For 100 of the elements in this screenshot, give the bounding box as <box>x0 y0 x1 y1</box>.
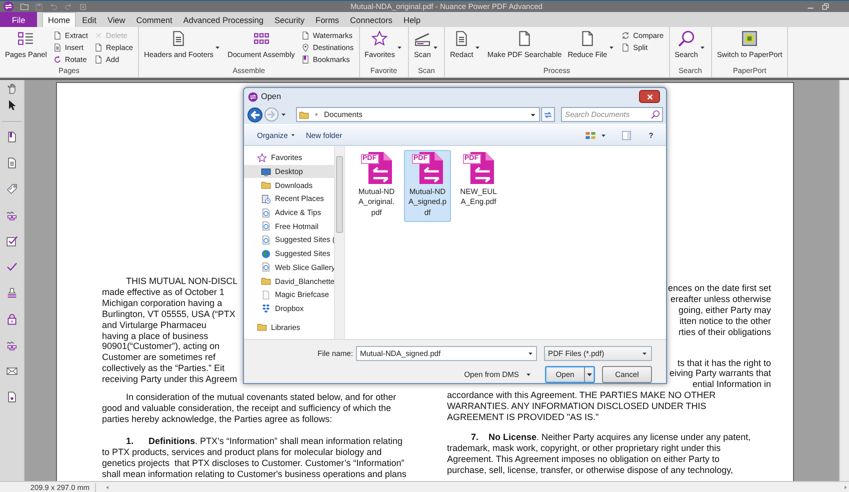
logo-icon <box>248 92 258 102</box>
text-line: In consideration of the mutual covenants stated below, and for other <box>125 392 396 403</box>
caret-icon[interactable] <box>280 111 287 118</box>
text-line: genetics projects that PTX discloses to Customer. Customer’s “Information” <box>102 458 404 468</box>
checkbox-icon[interactable] <box>6 235 18 247</box>
web-page-icon <box>261 208 271 218</box>
text-line: 1. Definitions. PTX’s “Information” shall mean information relating <box>125 436 402 447</box>
text-line: WARRANTIES. ANY INFORMATION DISCLOSED UNDER THIS <box>447 401 706 412</box>
text-line: Agreement. This Agreement imposes no obligation on either Party to <box>447 454 720 465</box>
text-line: trademark, mask work, copyright, or other proprietary right under this <box>447 442 721 454</box>
text-line: Michigan corporation having a <box>102 298 222 309</box>
text-line: having a place of business <box>102 330 208 342</box>
web-page-icon <box>261 221 271 232</box>
search-icon <box>651 110 660 119</box>
star-icon <box>257 152 267 163</box>
restore-icon[interactable] <box>821 2 830 11</box>
view-icon[interactable] <box>585 130 596 140</box>
scroll-left-icon[interactable] <box>104 484 111 490</box>
refresh-icon <box>543 110 554 120</box>
bookmark-page-icon[interactable] <box>6 131 18 143</box>
menu-tab[interactable]: Security <box>270 12 310 27</box>
text-line: collectively as the “Parties.” Eit <box>102 363 225 374</box>
dialog-title: Open <box>261 92 282 101</box>
page-icon[interactable] <box>6 391 18 403</box>
pointer-icon[interactable] <box>6 99 18 111</box>
text-line: shall mean information relating to Customer's business operations and plans <box>102 468 406 480</box>
menu-tab[interactable]: Home <box>42 12 76 27</box>
close-icon <box>644 92 654 102</box>
signature-icon[interactable] <box>6 339 18 351</box>
text-line: ential Information in <box>692 379 771 390</box>
document-icon[interactable] <box>6 157 18 169</box>
text-line: good and valuable consideration, the receipt and sufficiency of which the <box>102 402 392 414</box>
bookmark-icon <box>300 55 310 64</box>
text-line: to PTX products, services and product plans for molecular biology and <box>102 446 382 458</box>
caret-icon[interactable] <box>600 132 607 138</box>
text-line: THIS MUTUAL NON-DISCL <box>125 276 238 287</box>
search-icon <box>678 30 695 47</box>
logo-icon[interactable] <box>3 1 14 12</box>
picture-frame-icon <box>741 30 758 47</box>
text-line: accordance with this Agreement. THE PARTIES MAKE NO OTHER <box>447 390 716 402</box>
caret-icon[interactable] <box>527 350 534 357</box>
text-line: AGREEMENT IS PROVIDED "AS IS." <box>447 412 599 423</box>
text-line: going, either Party may <box>678 304 771 316</box>
pane-icon[interactable] <box>621 130 632 140</box>
lock-icon[interactable] <box>6 313 18 325</box>
text-line: purchase, sell, license, transfer, or otherwise dispose of any technology, <box>447 464 733 476</box>
text-line: made effective as of October 1 <box>102 286 224 298</box>
text-line: Burlington, VT 05555, USA (“PTX <box>102 308 236 320</box>
document-icon <box>52 43 62 52</box>
globe-icon <box>261 248 271 259</box>
tag-icon[interactable] <box>6 183 18 195</box>
page-icon <box>52 31 62 40</box>
file-tab[interactable]: File <box>0 12 37 27</box>
menu-tab[interactable]: Comment <box>131 12 178 27</box>
scroll-right-icon[interactable] <box>842 484 849 490</box>
chevron-icon <box>313 111 320 118</box>
text-line: parties hereby acknowledge, the Parties agree as follows: <box>102 414 332 425</box>
menu-tab[interactable]: View <box>102 12 130 27</box>
page-icon <box>621 43 630 52</box>
scanner-icon <box>414 30 431 47</box>
text-line: Customer are sometimes ref <box>102 352 216 364</box>
scrollbar[interactable] <box>839 80 849 481</box>
text-line: and Virtularge Pharmaceu <box>102 320 206 331</box>
page-icon <box>94 55 103 64</box>
folder-icon <box>261 180 271 190</box>
caret-icon <box>608 44 616 51</box>
list-icon <box>17 30 34 47</box>
caret-icon <box>290 132 296 138</box>
web-page-icon <box>261 234 271 245</box>
folder-icon[interactable] <box>20 2 29 11</box>
page-icon <box>94 43 103 52</box>
menu-tab[interactable]: Connectors <box>345 12 398 27</box>
folder-icon <box>261 276 271 286</box>
folder-icon <box>299 110 309 120</box>
menu-tab[interactable]: Edit <box>77 12 102 27</box>
menu-tab[interactable]: Forms <box>310 12 344 27</box>
envelope-icon[interactable] <box>6 365 18 377</box>
text-line: ereafter unless otherwise <box>670 294 771 305</box>
menu-tab[interactable]: Help <box>398 12 426 27</box>
caret-icon <box>474 44 482 51</box>
hand-icon[interactable] <box>6 83 18 95</box>
pin-icon <box>300 43 310 52</box>
menu-tab[interactable]: Advanced Processing <box>178 12 269 27</box>
scrollbar[interactable] <box>334 146 344 339</box>
caret-icon <box>432 44 439 51</box>
back-icon[interactable] <box>247 106 263 122</box>
close-button[interactable] <box>639 90 660 103</box>
stamp-icon[interactable] <box>6 287 18 299</box>
text-line: 7. No License. Neither Party acquires any license under any patent, <box>470 432 751 443</box>
text-line: ences on the date first set <box>668 283 771 294</box>
page-icon <box>261 290 271 300</box>
signature-icon[interactable] <box>6 209 18 221</box>
caret-icon <box>698 44 706 51</box>
checkmark-icon[interactable] <box>6 261 18 273</box>
grid-icon <box>252 30 270 47</box>
text-line: itten notice to the other <box>679 316 771 327</box>
text-line: 90901(“Customer”), acting on <box>102 341 220 352</box>
refresh-button[interactable] <box>541 107 555 122</box>
recent-places-icon <box>261 194 271 204</box>
web-page-icon <box>261 262 271 272</box>
